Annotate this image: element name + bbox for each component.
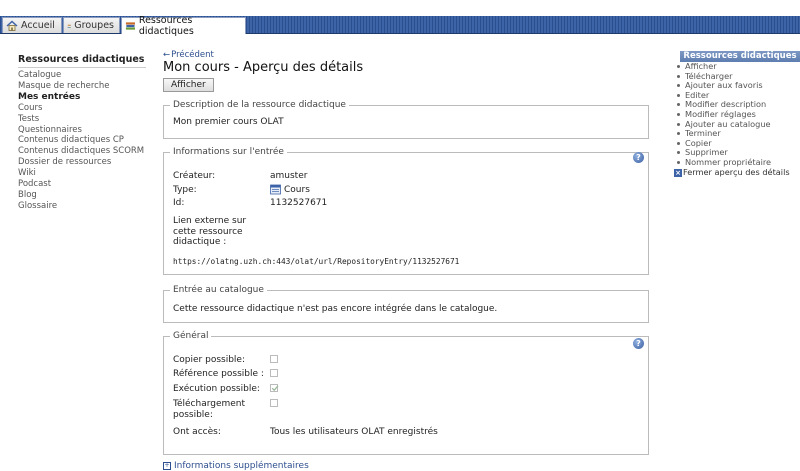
- download-label: Téléchargement possible:: [173, 399, 246, 420]
- right-actions-panel: Ressources didactiques Afficher Téléchar…: [673, 51, 800, 177]
- help-icon[interactable]: ?: [633, 338, 644, 349]
- main-content: ← Précédent Mon cours - Aperçu des détai…: [163, 50, 653, 92]
- leftnav-section-mes-entrees[interactable]: Mes entrées: [18, 92, 146, 103]
- page-title: Mon cours - Aperçu des détails: [163, 60, 364, 75]
- left-navigation: Ressources didactiques Catalogue Masque …: [18, 54, 146, 212]
- top-navigation: Accueil Groupes Ressources didactiques: [0, 0, 800, 37]
- tab-ressources-label: Ressources didactiques: [138, 15, 194, 37]
- access-label: Ont accès:: [173, 427, 221, 437]
- access-value: Tous les utilisateurs OLAT enregistrés: [270, 427, 438, 437]
- catalog-text: Cette ressource didactique n'est pas enc…: [173, 304, 498, 314]
- course-icon: [270, 184, 281, 195]
- external-link-label: Lien externe sur cette ressource didacti…: [173, 216, 247, 247]
- tab-bar-background: [0, 16, 800, 34]
- tab-groupes-label: Groupes: [74, 20, 114, 31]
- execution-checkbox[interactable]: [270, 384, 279, 392]
- leftnav-item-podcast[interactable]: Podcast: [18, 179, 146, 190]
- previous-link[interactable]: ← Précédent: [163, 50, 653, 60]
- leftnav-item-glossaire[interactable]: Glossaire: [18, 201, 146, 212]
- id-value: 1132527671: [270, 198, 328, 208]
- copy-checkbox[interactable]: [270, 355, 278, 363]
- help-icon[interactable]: ?: [633, 152, 644, 163]
- previous-link-label: Précédent: [171, 50, 214, 60]
- reference-checkbox[interactable]: [270, 369, 278, 377]
- creator-label: Créateur:: [173, 171, 216, 181]
- copy-label: Copier possible:: [173, 355, 245, 365]
- leftnav-item-blog[interactable]: Blog: [18, 190, 146, 201]
- leftnav-item-masque-recherche[interactable]: Masque de recherche: [18, 81, 146, 92]
- type-value-label: Cours: [284, 184, 310, 195]
- expand-icon: +: [163, 462, 171, 470]
- leftnav-item-dossier-ressources[interactable]: Dossier de ressources: [18, 157, 146, 168]
- more-info-label: Informations supplémentaires: [174, 461, 309, 471]
- more-info-link[interactable]: + Informations supplémentaires: [163, 461, 309, 471]
- leftnav-item-tests[interactable]: Tests: [18, 114, 146, 125]
- tab-accueil[interactable]: Accueil: [2, 17, 62, 33]
- back-arrow-icon: ←: [163, 50, 171, 60]
- afficher-button[interactable]: Afficher: [163, 78, 214, 92]
- tab-ressources-didactiques[interactable]: Ressources didactiques: [121, 15, 246, 37]
- creator-value: amuster: [270, 171, 308, 181]
- leftnav-item-contenus-cp[interactable]: Contenus didactiques CP: [18, 135, 146, 146]
- tab-accueil-label: Accueil: [21, 20, 55, 31]
- leftnav-item-catalogue[interactable]: Catalogue: [18, 70, 146, 81]
- leftnav-header[interactable]: Ressources didactiques: [18, 54, 146, 68]
- id-label: Id:: [173, 198, 185, 208]
- resources-icon: [125, 22, 135, 30]
- tab-groupes[interactable]: Groupes: [63, 17, 120, 33]
- info-box: Informations sur l'entrée ? Créateur: am…: [163, 147, 649, 275]
- description-text: Mon premier cours OLAT: [173, 117, 284, 127]
- general-box: Général ? Copier possible: Référence pos…: [163, 331, 649, 455]
- general-legend: Général: [170, 331, 212, 341]
- catalog-legend: Entrée au catalogue: [170, 285, 267, 295]
- action-fermer-apercu[interactable]: × Fermer aperçu des détails: [673, 166, 800, 178]
- info-legend: Informations sur l'entrée: [170, 147, 287, 157]
- leftnav-item-cours[interactable]: Cours: [18, 103, 146, 114]
- close-icon: ×: [674, 168, 682, 177]
- checkmark-icon: [271, 385, 279, 392]
- description-legend: Description de la ressource didactique: [170, 100, 349, 110]
- catalog-box: Entrée au catalogue Cette ressource dida…: [163, 285, 649, 323]
- external-link-url[interactable]: https://olatng.uzh.ch:443/olat/url/Repos…: [173, 257, 459, 266]
- leftnav-item-questionnaires[interactable]: Questionnaires: [18, 125, 146, 136]
- home-icon: [6, 20, 18, 31]
- type-label: Type:: [173, 185, 197, 195]
- reference-label: Référence possible :: [173, 369, 264, 379]
- action-fermer-label: Fermer aperçu des détails: [683, 166, 790, 177]
- groups-icon: [67, 24, 72, 28]
- description-box: Description de la ressource didactique M…: [163, 100, 649, 139]
- leftnav-item-wiki[interactable]: Wiki: [18, 168, 146, 179]
- download-checkbox[interactable]: [270, 399, 278, 407]
- leftnav-item-contenus-scorm[interactable]: Contenus didactiques SCORM: [18, 146, 146, 157]
- execution-label: Exécution possible:: [173, 384, 260, 394]
- type-value: Cours: [270, 184, 310, 195]
